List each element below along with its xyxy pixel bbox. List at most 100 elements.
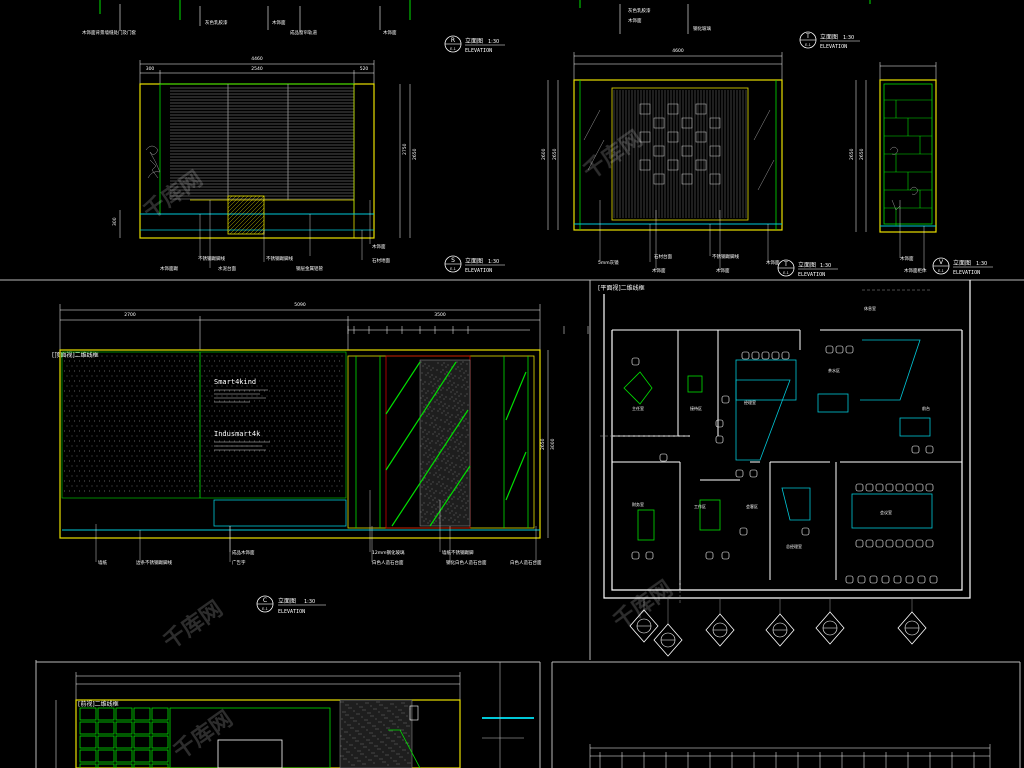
c-signage-2: Indusmart4k <box>214 430 261 438</box>
v-note-b1: 木饰面 <box>900 255 914 262</box>
elevation-S: 4600 2600 2650 5mm灰镜 石材台面 木饰面 不锈钢踢脚线 木饰面… <box>541 31 860 278</box>
plan-section-markers <box>629 598 927 657</box>
top-note-4: 成品窗帘轨道 <box>290 29 317 36</box>
s-note-b4: 不锈钢踢脚线 <box>712 253 739 260</box>
room-label-10: 休息室 <box>864 305 876 311</box>
c-note-4: 广告字 <box>232 559 246 566</box>
panel-frames <box>0 279 1024 768</box>
top-strip: 木饰面背景墙缝处门及门套 灰色乳胶漆 木饰面 成品窗帘轨道 木饰面 灰色乳胶漆 … <box>82 0 871 36</box>
elevation-R-title: R E-1 立面图 1:30 ELEVATION <box>444 35 505 54</box>
top-note-s2: 木饰面 <box>628 17 642 24</box>
watermark-5: 千库网 <box>169 707 237 765</box>
s2-subtitle: ELEVATION <box>798 272 825 278</box>
v-circle-letter: V <box>939 259 944 266</box>
room-label-5: 工作区 <box>694 503 706 509</box>
c-circle-sheet: E-1 <box>262 607 268 611</box>
r-dim-3: 520 <box>360 66 369 72</box>
s-dim-h2: 2650 <box>552 148 558 160</box>
c-note-8: 钢化白色人造石台面 <box>446 559 487 566</box>
v-subtitle: ELEVATION <box>953 270 980 276</box>
room-label-11: 会客区 <box>746 503 758 509</box>
r-dim-1: 300 <box>146 66 155 72</box>
top-note-2: 灰色乳胶漆 <box>205 19 228 26</box>
r-dim-2: 2540 <box>251 66 263 72</box>
t-subtitle: ELEVATION <box>820 44 847 50</box>
c-dim-total: 5090 <box>294 302 306 308</box>
s-dim-h1: 2600 <box>541 148 547 160</box>
room-label-3: 经理室 <box>744 399 756 405</box>
v-scale: 1:30 <box>976 261 987 267</box>
c-dim-2: 3500 <box>434 312 446 318</box>
s2-title: 立面图 <box>798 261 816 269</box>
top-note-s1: 灰色乳胶漆 <box>628 7 651 14</box>
watermark-2: 千库网 <box>579 127 647 185</box>
s-subtitle: ELEVATION <box>465 268 492 274</box>
r-note-b6: 木饰面 <box>372 243 386 250</box>
cad-drawing-sheet: 木饰面背景墙缝处门及门套 灰色乳胶漆 木饰面 成品窗帘轨道 木饰面 灰色乳胶漆 … <box>0 0 1024 768</box>
t-circle-letter: T <box>805 33 810 40</box>
elevation-C-title: C E-1 立面图 1:30 ELEVATION <box>256 595 326 615</box>
c-signage-1: Smart4kind <box>214 378 256 386</box>
r-dim-total: 4460 <box>251 56 263 62</box>
elevation-R: 4460 300 2540 520 2750 2650 300 木饰面踢 不锈钢… <box>112 35 505 274</box>
r-note-b3: 水泥台面 <box>218 265 236 272</box>
r-dim-h1: 2750 <box>402 143 408 155</box>
bl-tag: [前视]二维线框 <box>78 700 119 708</box>
c-dim-h1: 2650 <box>540 438 546 450</box>
r-dim-l: 300 <box>112 217 118 226</box>
s-note-b3: 木饰面 <box>652 267 666 274</box>
elevation-T-title: T E-1 立面图 1:30 ELEVATION <box>799 31 860 50</box>
s-note-b6: 木饰面 <box>766 259 780 266</box>
t-title: 立面图 <box>820 33 838 41</box>
s-note-b5: 木饰面 <box>716 267 730 274</box>
c-note-6: 白色人造石台面 <box>372 559 404 566</box>
s-note-b2: 石材台面 <box>654 253 672 260</box>
room-label-7: 会议室 <box>880 509 892 515</box>
elevation-C: 5090 2700 3500 2650 3000 [顶面视]二维线框 Smart… <box>52 302 589 615</box>
r-dim-h2: 2650 <box>412 148 418 160</box>
r-circle-letter: R <box>451 37 455 44</box>
watermark-layer: 千库网 千库网 千库网 千库网 千库网 <box>139 127 677 765</box>
c-title: 立面图 <box>278 597 296 605</box>
r-note-b1: 木饰面踢 <box>160 265 178 272</box>
top-note-s3: 钢化玻璃 <box>693 25 711 32</box>
t-scale: 1:30 <box>843 35 854 41</box>
elevation-S2-title: T E-1 立面图 1:30 ELEVATION <box>777 259 838 278</box>
plan-tag: [平面视]二维线框 <box>598 284 645 292</box>
v-dim-h2: 2650 <box>859 148 865 160</box>
c-note-7: 墙纸不锈钢踢脚 <box>442 549 474 556</box>
c-note-2: 边条不锈钢踢脚线 <box>136 559 172 566</box>
room-label-9: 总经理室 <box>786 543 802 549</box>
s-circle-sheet: E-1 <box>450 267 456 271</box>
bottom-right-elevation <box>589 744 991 768</box>
watermark-3: 千库网 <box>159 597 227 655</box>
v-title: 立面图 <box>953 259 971 267</box>
room-label-4: 财务室 <box>632 501 644 507</box>
c-circle-letter: C <box>263 597 267 604</box>
r-circle-sheet: E-1 <box>450 47 456 51</box>
r-title: 立面图 <box>465 37 483 45</box>
s-circle-letter: S <box>451 257 455 264</box>
t-circle-sheet: E-1 <box>805 43 811 47</box>
bottom-left-elevation: [前视]二维线框 <box>55 662 534 768</box>
c-note-9: 白色人造石台面 <box>510 559 542 566</box>
c-note-5: 12mm钢化玻璃 <box>372 549 405 556</box>
c-scale: 1:30 <box>304 599 315 605</box>
top-note-1: 木饰面背景墙缝处门及门套 <box>82 29 136 36</box>
c-subtitle: ELEVATION <box>278 609 305 615</box>
r-scale: 1:30 <box>488 39 499 45</box>
top-note-5: 木饰面 <box>383 29 397 36</box>
s-dim-top: 4600 <box>672 48 684 54</box>
v-note-b2: 木饰面柜体 <box>904 267 927 274</box>
top-note-3: 木饰面 <box>272 19 286 26</box>
s2-circle-letter: T <box>783 261 788 268</box>
room-label-1: 主任室 <box>632 405 644 411</box>
v-circle-sheet: E-1 <box>938 269 944 273</box>
s-scale: 1:30 <box>488 259 499 265</box>
room-label-2: 接待区 <box>690 405 702 411</box>
s-title: 立面图 <box>465 257 483 265</box>
s2-circle-sheet: E-1 <box>783 271 789 275</box>
c-note-3: 成品木饰面 <box>232 549 255 556</box>
r-note-b4: 不锈钢踢脚线 <box>266 255 293 262</box>
r-note-b7: 石材地面 <box>372 257 390 264</box>
